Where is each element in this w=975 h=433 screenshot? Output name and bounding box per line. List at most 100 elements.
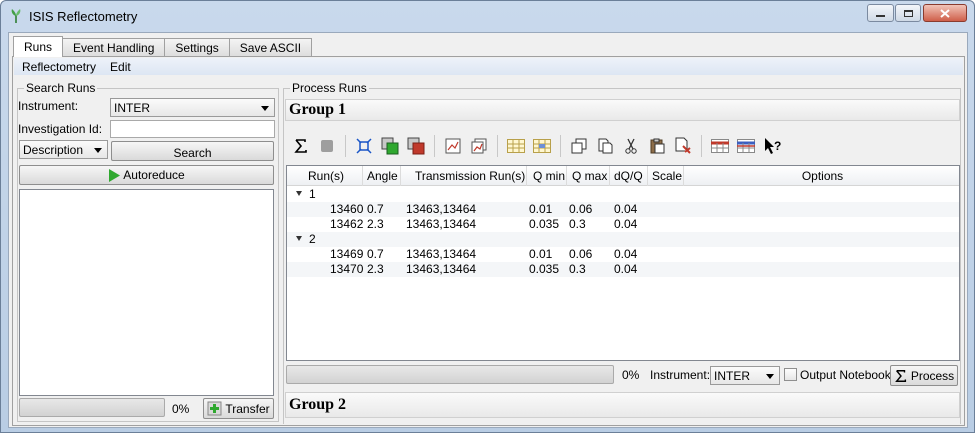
chevron-down-icon	[261, 106, 269, 111]
ungroup-rows-icon[interactable]	[529, 133, 555, 159]
output-notebook-checkbox[interactable]	[784, 368, 797, 381]
maximize-button[interactable]	[895, 4, 921, 22]
transfer-button[interactable]: Transfer	[203, 398, 274, 419]
main-window: ISIS Reflectometry Runs Event Handling S…	[0, 0, 975, 433]
paste-icon[interactable]	[644, 133, 670, 159]
process-sigma-icon[interactable]	[288, 133, 314, 159]
table-row[interactable]: 13470 2.3 13463,13464 0.035 0.3 0.04	[287, 262, 959, 277]
cell-transmission[interactable]: 13463,13464	[406, 262, 476, 277]
expand-all-icon[interactable]	[351, 133, 377, 159]
table-toolbar: ?	[288, 131, 785, 161]
group-rows-icon[interactable]	[503, 133, 529, 159]
column-header-transmission[interactable]: Transmission Run(s)	[401, 166, 527, 186]
app-logo-icon	[11, 9, 21, 23]
cell-dqq[interactable]: 0.04	[614, 217, 637, 232]
toolbar-separator	[560, 135, 561, 157]
close-button[interactable]	[923, 4, 967, 22]
column-header-dqq[interactable]: dQ/Q	[610, 166, 648, 186]
cell-dqq[interactable]: 0.04	[614, 202, 637, 217]
pause-icon[interactable]	[314, 133, 340, 159]
autoreduce-button[interactable]: Autoreduce	[19, 165, 274, 185]
tab-save-ascii[interactable]: Save ASCII	[228, 38, 313, 57]
cell-qmax[interactable]: 0.3	[569, 217, 586, 232]
cell-angle[interactable]: 2.3	[367, 217, 384, 232]
cell-qmin[interactable]: 0.035	[529, 217, 559, 232]
search-button[interactable]: Search	[111, 141, 274, 161]
cell-run[interactable]: 13469	[330, 247, 363, 262]
import-table-icon[interactable]	[707, 133, 733, 159]
cell-transmission[interactable]: 13463,13464	[406, 247, 476, 262]
export-table-icon[interactable]	[733, 133, 759, 159]
cell-dqq[interactable]: 0.04	[614, 247, 637, 262]
minimize-button[interactable]	[867, 4, 894, 22]
delete-row-icon[interactable]	[403, 133, 429, 159]
group-row[interactable]: 1	[287, 187, 959, 202]
table-row[interactable]: 13469 0.7 13463,13464 0.01 0.06 0.04	[287, 247, 959, 262]
search-progress-bar	[19, 398, 165, 417]
copy-selected-icon[interactable]	[592, 133, 618, 159]
runs-table[interactable]: Run(s) Angle Transmission Run(s) Q min Q…	[286, 165, 960, 361]
whats-this-icon[interactable]: ?	[759, 133, 785, 159]
column-header-angle[interactable]: Angle	[363, 166, 401, 186]
tab-settings[interactable]: Settings	[164, 38, 230, 57]
table-header: Run(s) Angle Transmission Run(s) Q min Q…	[287, 166, 959, 186]
group-row[interactable]: 2	[287, 232, 959, 247]
cell-qmax[interactable]: 0.06	[569, 202, 592, 217]
cell-qmax[interactable]: 0.3	[569, 262, 586, 277]
menu-edit[interactable]: Edit	[102, 60, 137, 74]
tab-label: Settings	[175, 41, 219, 55]
process-progress-bar	[286, 365, 614, 384]
cell-angle[interactable]: 2.3	[367, 262, 384, 277]
output-notebook-label: Output Notebook	[800, 368, 891, 382]
cell-transmission[interactable]: 13463,13464	[406, 202, 476, 217]
tab-event-handling[interactable]: Event Handling	[62, 38, 166, 57]
process-instrument-select[interactable]: INTER	[710, 366, 780, 385]
search-type-select[interactable]: Description	[19, 140, 108, 159]
group-name: 2	[309, 232, 316, 246]
cell-run[interactable]: 13470	[330, 262, 363, 277]
svg-text:?: ?	[774, 139, 781, 153]
menu-reflectometry[interactable]: Reflectometry	[14, 60, 102, 74]
column-header-qmin[interactable]: Q min	[527, 166, 567, 186]
tab-runs[interactable]: Runs	[13, 36, 64, 57]
instrument-value: INTER	[114, 100, 150, 115]
insert-row-icon[interactable]	[377, 133, 403, 159]
instrument-select[interactable]: INTER	[110, 98, 275, 117]
column-header-scale[interactable]: Scale	[648, 166, 684, 186]
clear-icon[interactable]	[670, 133, 696, 159]
column-header-qmax[interactable]: Q max	[567, 166, 610, 186]
cell-angle[interactable]: 0.7	[367, 247, 384, 262]
search-type-value: Description	[23, 142, 84, 157]
cell-qmin[interactable]: 0.035	[529, 262, 559, 277]
group-1-header: Group 1	[285, 99, 960, 121]
plot-group-icon[interactable]	[466, 133, 492, 159]
plot-row-icon[interactable]	[440, 133, 466, 159]
process-button-label: Process	[910, 368, 955, 383]
cut-icon[interactable]	[618, 133, 644, 159]
cell-qmin[interactable]: 0.01	[529, 247, 552, 262]
group-2-header: Group 2	[285, 392, 960, 418]
table-row[interactable]: 13460 0.7 13463,13464 0.01 0.06 0.04	[287, 202, 959, 217]
tab-label: Event Handling	[73, 41, 155, 55]
title-bar[interactable]: ISIS Reflectometry	[1, 1, 974, 31]
copy-icon[interactable]	[566, 133, 592, 159]
cell-dqq[interactable]: 0.04	[614, 262, 637, 277]
toolbar-separator	[434, 135, 435, 157]
investigation-id-input[interactable]	[110, 120, 275, 138]
cell-qmax[interactable]: 0.06	[569, 247, 592, 262]
search-results-list[interactable]	[19, 189, 274, 396]
process-button[interactable]: Process	[890, 365, 958, 386]
column-header-options[interactable]: Options	[684, 166, 961, 186]
column-header-runs[interactable]: Run(s)	[287, 166, 363, 186]
cell-qmin[interactable]: 0.01	[529, 202, 552, 217]
cell-angle[interactable]: 0.7	[367, 202, 384, 217]
cell-run[interactable]: 13460	[330, 202, 363, 217]
investigation-id-label: Investigation Id:	[18, 122, 103, 136]
cell-run[interactable]: 13462	[330, 217, 363, 232]
autoreduce-button-label: Autoreduce	[123, 168, 185, 182]
table-row[interactable]: 13462 2.3 13463,13464 0.035 0.3 0.04	[287, 217, 959, 232]
cell-transmission[interactable]: 13463,13464	[406, 217, 476, 232]
expand-arrow-icon[interactable]	[296, 236, 302, 241]
expand-arrow-icon[interactable]	[296, 191, 302, 196]
main-tabs: Runs Event Handling Settings Save ASCII	[13, 36, 313, 57]
